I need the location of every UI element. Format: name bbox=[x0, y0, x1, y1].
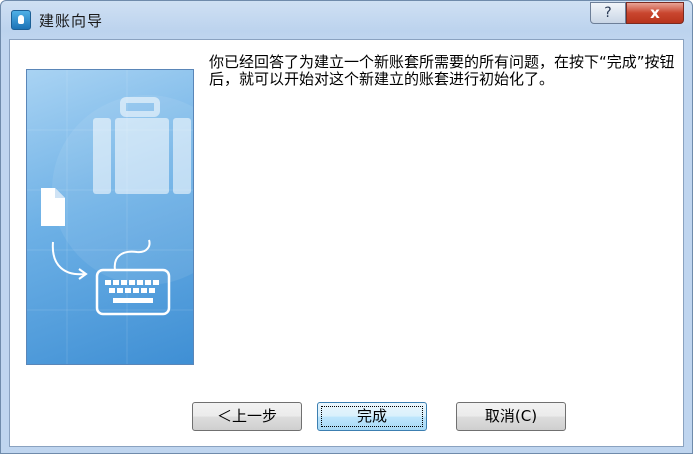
close-button[interactable]: x bbox=[626, 2, 684, 24]
window-title: 建账向导 bbox=[39, 12, 104, 30]
back-button[interactable]: ＜上一步 bbox=[192, 402, 302, 431]
wizard-message: 你已经回答了为建立一个新账套所需要的所有问题，在按下“完成”按钮后，就可以开始对… bbox=[209, 53, 675, 88]
finish-button-label: 完成 bbox=[356, 407, 387, 425]
illustration-graphic bbox=[27, 70, 193, 364]
cancel-button[interactable]: 取消(C) bbox=[456, 402, 566, 431]
title-bar[interactable]: 建账向导 ? x bbox=[1, 1, 692, 39]
wizard-app-icon bbox=[11, 10, 31, 30]
wizard-window: 建账向导 ? x 你已经回答了为建立一个新账套所需要的所有问题，在按下“完成”按… bbox=[0, 0, 693, 454]
finish-button[interactable]: 完成 bbox=[317, 402, 427, 431]
wizard-side-illustration bbox=[26, 69, 194, 365]
wizard-content: 你已经回答了为建立一个新账套所需要的所有问题，在按下“完成”按钮后，就可以开始对… bbox=[9, 39, 684, 447]
help-button[interactable]: ? bbox=[590, 2, 626, 24]
